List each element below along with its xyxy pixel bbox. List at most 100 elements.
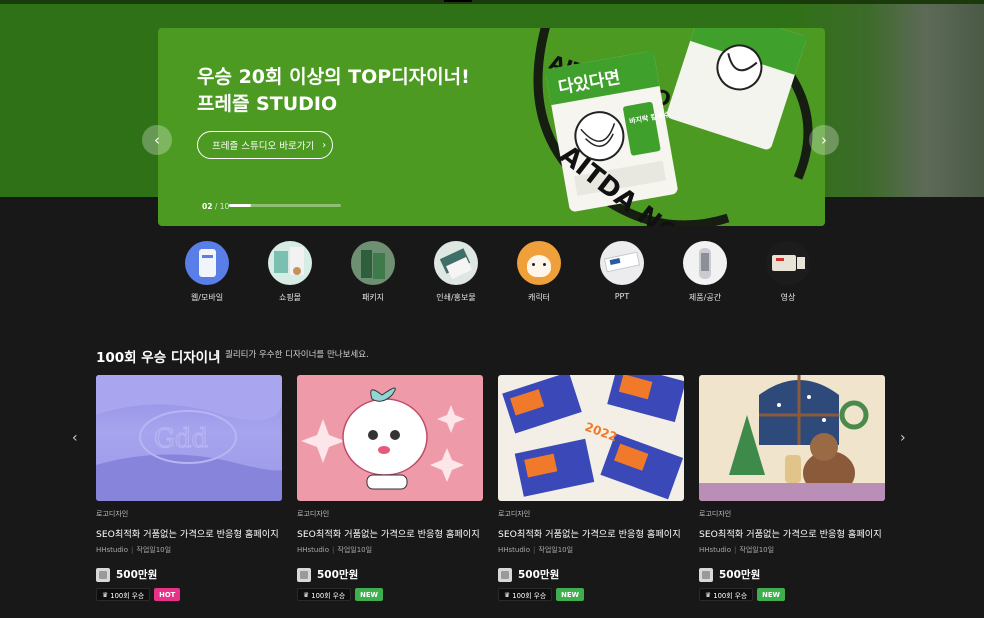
card-badges: ♛ 100회 우승 NEW [297,588,483,601]
new-badge: NEW [355,588,384,601]
banner-title-line2: 프레즐 STUDIO [197,93,338,115]
promo-banner[interactable]: 우승 20회 이상의 TOP디자이너! 프레즐 STUDIO 프레즐 스튜디오 … [158,28,825,226]
card-badges: ♛ 100회 우승 HOT [96,588,282,601]
category-ppt[interactable]: PPT [587,241,657,301]
cards-prev-button[interactable]: ‹ [72,430,78,446]
hero-top-notch [444,0,472,2]
card-price-row: 500만원 [96,567,282,582]
chevron-left-icon: ‹ [72,430,78,446]
price-tag-icon [699,567,713,582]
winner-badge-label: 100회 우승 [311,591,346,600]
card-meta: HHstudio | 작업일10일 [96,546,172,554]
card-duration: 작업일10일 [337,546,373,554]
package-icon [351,241,395,285]
category-package[interactable]: 패키지 [338,241,408,303]
card-duration: 작업일10일 [739,546,775,554]
pager-separator: / [214,202,218,211]
shopping-mall-icon [268,241,312,285]
category-label: 쇼핑몰 [278,293,302,302]
card-badges: ♛ 100회 우승 NEW [699,588,885,601]
card-studio: HHstudio [699,546,732,554]
category-label: PPT [614,292,630,301]
new-badge: NEW [556,588,585,601]
designer-card[interactable]: 로고디자인 SEO최적화 거품없는 가격으로 반응형 홈페이지 ... HHst… [699,375,885,601]
card-title[interactable]: SEO최적화 거품없는 가격으로 반응형 홈페이지 ... [297,526,483,540]
designer-card[interactable]: 2022 로고디자인 SEO최적화 거품없는 가격으로 반응형 홈페이지 ...… [498,375,684,601]
winner-badge: ♛ 100회 우승 [498,588,553,601]
price-tag-icon [96,567,110,582]
chevron-right-icon: › [322,139,327,151]
card-studio: HHstudio [297,546,330,554]
web-mobile-icon [185,241,229,285]
winner-badge: ♛ 100회 우승 [699,588,754,601]
card-price-row: 500만원 [498,567,684,582]
card-category: 로고디자인 [96,510,129,518]
banner-title-line1: 우승 20회 이상의 TOP디자이너! [197,66,470,88]
banner-next-button[interactable]: › [809,125,839,155]
banner-pager: 02 / 10 [202,202,229,211]
card-price-row: 500만원 [297,567,483,582]
studio-link-label: 프레즐 스튜디오 바로가기 [212,141,315,152]
category-label: 패키지 [361,293,385,302]
card-thumb-text: 2022 [583,420,619,445]
designer-card[interactable]: Gdd 로고디자인 SEO최적화 거품없는 가격으로 반응형 홈페이지 ... … [96,375,282,601]
chevron-right-icon: › [821,131,827,149]
card-category: 로고디자인 [699,510,732,518]
banner-progress-fill [229,204,252,207]
winner-badge-label: 100회 우승 [713,591,748,600]
card-thumb-text: Gdd [154,424,208,454]
card-thumbnail: 2022 [498,375,684,501]
category-label: 영상 [780,293,796,302]
chevron-left-icon: ‹ [154,131,160,149]
character-icon [517,241,561,285]
card-price-row: 500만원 [699,567,885,582]
card-price: 500만원 [317,569,359,581]
card-title[interactable]: SEO최적화 거품없는 가격으로 반응형 홈페이지 ... [699,526,885,540]
card-thumbnail [297,375,483,501]
hot-badge: HOT [154,588,181,601]
card-category: 로고디자인 [297,510,330,518]
section-subtitle: 퀄리티가 우수한 디자이너를 만나보세요. [225,350,369,360]
category-shopping-mall[interactable]: 쇼핑몰 [255,241,325,303]
chevron-right-icon: › [900,430,906,446]
price-tag-icon [297,567,311,582]
card-meta: HHstudio | 작업일10일 [498,546,574,554]
winner-badge-label: 100회 우승 [110,591,145,600]
card-title[interactable]: SEO최적화 거품없는 가격으로 반응형 홈페이지 ... [96,526,282,540]
card-duration: 작업일10일 [136,546,172,554]
category-web-mobile[interactable]: 웹/모바일 [172,241,242,303]
card-badges: ♛ 100회 우승 NEW [498,588,684,601]
card-title[interactable]: SEO최적화 거품없는 가격으로 반응형 홈페이지 ... [498,526,684,540]
category-label: 인쇄/홍보물 [436,293,476,302]
studio-link-button[interactable]: 프레즐 스튜디오 바로가기 › [197,131,333,159]
category-video[interactable]: 영상 [753,241,823,303]
card-meta: HHstudio | 작업일10일 [699,546,775,554]
pager-current: 02 [202,202,213,211]
card-duration: 작업일10일 [538,546,574,554]
section-divider [216,350,218,359]
card-thumbnail [699,375,885,501]
winner-badge: ♛ 100회 우승 [96,588,151,601]
category-character[interactable]: 캐릭터 [504,241,574,303]
category-product-space[interactable]: 제품/공간 [670,241,740,303]
cards-next-button[interactable]: › [900,430,906,446]
section-title: 100회 우승 디자이너 [96,350,221,366]
winner-badge-label: 100회 우승 [512,591,547,600]
card-category: 로고디자인 [498,510,531,518]
category-print-promo[interactable]: 인쇄/홍보물 [421,241,491,303]
product-space-icon [683,241,727,285]
ppt-icon [600,241,644,285]
designer-card[interactable]: 로고디자인 SEO최적화 거품없는 가격으로 반응형 홈페이지 ... HHst… [297,375,483,601]
pager-total: 10 [219,202,230,211]
category-label: 제품/공간 [688,293,722,302]
banner-title: 우승 20회 이상의 TOP디자이너! 프레즐 STUDIO [197,64,470,118]
card-studio: HHstudio [96,546,129,554]
banner-product-image: AITDA NOODLE 다있다면 바지락 칼국수 AITDA NO [528,28,825,226]
card-price: 500만원 [719,569,761,581]
category-label: 웹/모바일 [190,293,224,302]
card-price: 500만원 [116,569,158,581]
banner-prev-button[interactable]: ‹ [142,125,172,155]
winner-badge: ♛ 100회 우승 [297,588,352,601]
price-tag-icon [498,567,512,582]
video-icon [766,241,810,285]
